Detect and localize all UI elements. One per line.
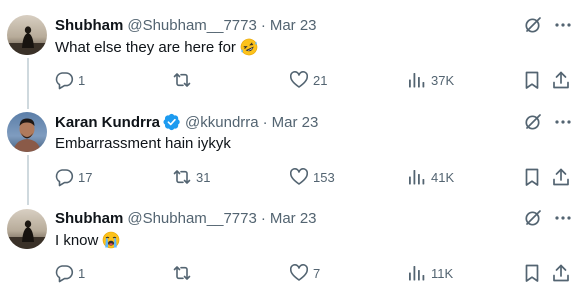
tweet-actions: 1 7 11K	[0, 263, 582, 283]
repost-button[interactable]	[172, 263, 196, 283]
reply-button[interactable]: 1	[54, 263, 85, 283]
share-icon	[553, 264, 569, 282]
tweet-date[interactable]: Mar 23	[272, 114, 319, 131]
tweet-text-content: What else they are here for	[55, 38, 236, 56]
reply-icon	[55, 169, 74, 187]
author-handle[interactable]: @Shubham__7773	[127, 17, 257, 34]
tweet[interactable]: Shubham @Shubham__7773 · Mar 23 What els…	[0, 0, 582, 96]
reply-icon	[55, 72, 74, 90]
like-count: 21	[313, 72, 328, 88]
rolling-on-floor-laughing-emoji-icon	[240, 38, 258, 56]
tweet-text: I know	[55, 231, 120, 249]
share-button[interactable]	[551, 263, 571, 283]
views-icon	[409, 170, 425, 185]
views-icon	[409, 73, 425, 88]
bookmark-icon	[525, 71, 539, 89]
more-options-icon[interactable]	[553, 15, 573, 35]
avatar[interactable]	[7, 15, 47, 55]
reply-count: 1	[78, 265, 86, 281]
bookmark-button[interactable]	[522, 263, 542, 283]
heart-icon	[289, 71, 309, 88]
views-count: 37K	[431, 72, 455, 88]
like-button[interactable]: 7	[289, 263, 320, 283]
author-name[interactable]: Karan Kundrra	[55, 114, 160, 131]
repost-button[interactable]: 31	[172, 167, 210, 187]
bookmark-button[interactable]	[522, 70, 542, 90]
grok-icon[interactable]	[523, 112, 543, 132]
tweet-actions: 1 21 37K	[0, 70, 582, 90]
views-count: 41K	[431, 169, 455, 185]
separator-dot: ·	[260, 209, 266, 227]
reply-button[interactable]: 17	[54, 167, 92, 187]
tweet-header: Karan Kundrra @kkundrra · Mar 23	[55, 112, 318, 132]
author-name[interactable]: Shubham	[55, 17, 123, 34]
avatar[interactable]	[7, 112, 47, 152]
tweet-text-content: Embarrassment hain iykyk	[55, 135, 231, 152]
bookmark-icon	[525, 168, 539, 186]
tweet-header: Shubham @Shubham__7773 · Mar 23	[55, 208, 317, 228]
bookmark-icon	[525, 264, 539, 282]
loudly-crying-face-emoji-icon	[102, 231, 120, 249]
tweet-text: Embarrassment hain iykyk	[55, 135, 231, 152]
like-count: 7	[313, 265, 321, 281]
heart-icon	[289, 168, 309, 185]
verified-badge-icon	[163, 113, 181, 131]
grok-icon[interactable]	[523, 15, 543, 35]
tweet-header: Shubham @Shubham__7773 · Mar 23	[55, 15, 317, 35]
tweet-date[interactable]: Mar 23	[270, 210, 317, 227]
like-count: 153	[313, 169, 335, 185]
reply-icon	[55, 265, 74, 283]
more-options-icon[interactable]	[553, 112, 573, 132]
tweet[interactable]: Shubham @Shubham__7773 · Mar 23 I know 1…	[0, 193, 582, 287]
avatar[interactable]	[7, 209, 47, 249]
views-icon	[409, 266, 425, 281]
share-button[interactable]	[551, 167, 571, 187]
like-button[interactable]: 153	[289, 167, 335, 187]
reply-count: 17	[78, 169, 93, 185]
like-button[interactable]: 21	[289, 70, 327, 90]
grok-icon[interactable]	[523, 208, 543, 228]
tweet[interactable]: Karan Kundrra @kkundrra · Mar 23 Embarra…	[0, 97, 582, 193]
tweet-text: What else they are here for	[55, 38, 258, 56]
separator-dot: ·	[262, 113, 268, 131]
share-icon	[553, 71, 569, 89]
tweet-date[interactable]: Mar 23	[270, 17, 317, 34]
repost-count: 31	[196, 169, 211, 185]
more-options-icon[interactable]	[553, 208, 573, 228]
repost-icon	[173, 73, 191, 87]
tweet-actions: 17 31 153 41K	[0, 167, 582, 187]
author-name[interactable]: Shubham	[55, 210, 123, 227]
repost-button[interactable]	[172, 70, 196, 90]
repost-icon	[173, 266, 191, 280]
views-count: 11K	[431, 265, 454, 281]
views-button[interactable]: 11K	[407, 263, 453, 283]
tweet-text-content: I know	[55, 231, 99, 249]
separator-dot: ·	[260, 16, 266, 34]
views-button[interactable]: 37K	[407, 70, 454, 90]
reply-count: 1	[78, 72, 86, 88]
views-button[interactable]: 41K	[407, 167, 454, 187]
heart-icon	[289, 264, 309, 281]
reply-button[interactable]: 1	[54, 70, 85, 90]
author-handle[interactable]: @Shubham__7773	[127, 210, 257, 227]
author-handle[interactable]: @kkundrra	[185, 114, 259, 131]
share-button[interactable]	[551, 70, 571, 90]
share-icon	[553, 168, 569, 186]
bookmark-button[interactable]	[522, 167, 542, 187]
repost-icon	[173, 170, 191, 184]
